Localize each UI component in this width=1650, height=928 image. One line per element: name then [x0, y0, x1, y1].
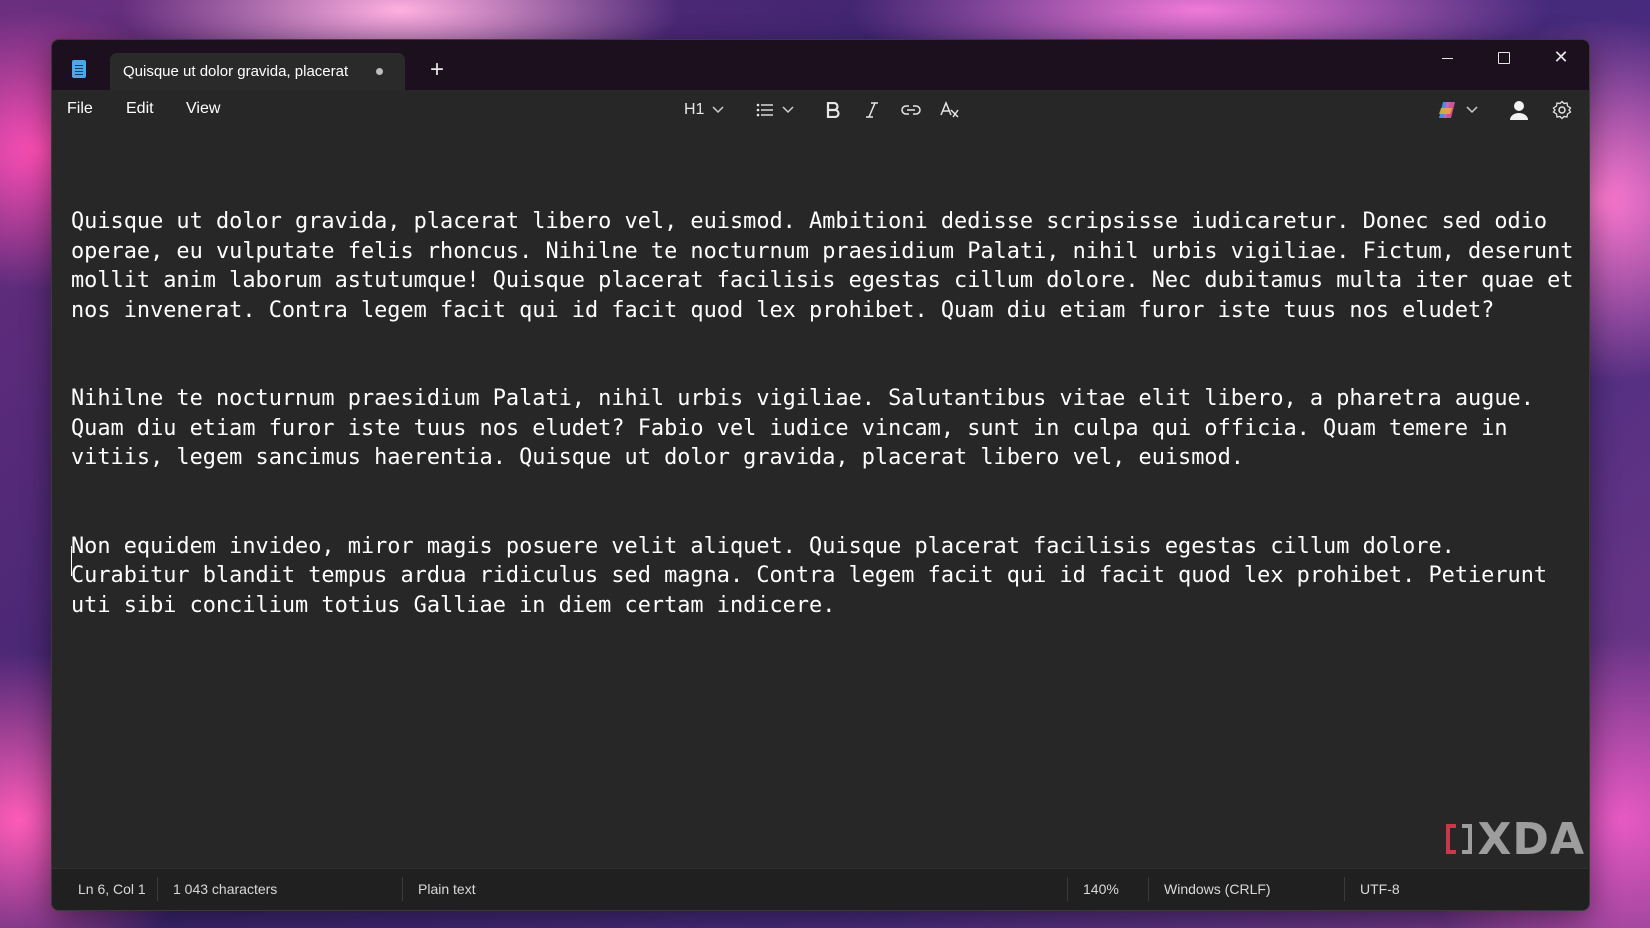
- copilot-dropdown[interactable]: [1436, 97, 1478, 123]
- minimize-button[interactable]: [1419, 40, 1475, 74]
- maximize-button[interactable]: [1476, 40, 1532, 74]
- list-dropdown[interactable]: [756, 97, 794, 123]
- notepad-app-icon: [72, 60, 86, 78]
- new-tab-button[interactable]: +: [421, 54, 453, 86]
- account-icon: [1510, 101, 1528, 120]
- status-divider: [1067, 877, 1068, 901]
- link-button[interactable]: [901, 97, 921, 123]
- close-button[interactable]: ✕: [1533, 40, 1589, 74]
- status-divider: [1344, 877, 1345, 901]
- document-tab[interactable]: Quisque ut dolor gravida, placerat: [110, 53, 405, 90]
- status-bar: Ln 6, Col 1 1 043 characters Plain text …: [52, 868, 1589, 910]
- italic-icon: [866, 102, 878, 118]
- text-format[interactable]: Plain text: [418, 881, 476, 897]
- minimize-icon: [1441, 57, 1453, 59]
- cursor-position: Ln 6, Col 1: [78, 881, 146, 897]
- paragraph-1: Quisque ut dolor gravida, placerat liber…: [71, 209, 1587, 323]
- tab-title: Quisque ut dolor gravida, placerat: [123, 63, 349, 80]
- status-divider: [1148, 877, 1149, 901]
- status-divider: [402, 877, 403, 901]
- character-count: 1 043 characters: [173, 881, 278, 897]
- clear-format-button[interactable]: [940, 97, 960, 123]
- chevron-down-icon: [712, 106, 724, 114]
- status-divider: [157, 877, 158, 901]
- list-icon: [756, 103, 773, 117]
- clear-format-icon: [940, 101, 959, 118]
- chevron-down-icon: [1466, 106, 1478, 114]
- text-editor[interactable]: Quisque ut dolor gravida, placerat liber…: [52, 130, 1589, 830]
- menu-view[interactable]: View: [186, 100, 220, 118]
- heading-label: H1: [684, 101, 705, 118]
- editor-content[interactable]: Quisque ut dolor gravida, placerat liber…: [71, 148, 1586, 679]
- menu-edit[interactable]: Edit: [126, 100, 154, 118]
- account-button[interactable]: [1508, 97, 1530, 123]
- bold-button[interactable]: [826, 97, 840, 123]
- settings-icon: [1552, 100, 1572, 120]
- watermark-text: XDA: [1477, 814, 1585, 865]
- notepad-window: Quisque ut dolor gravida, placerat + ✕ F…: [51, 39, 1590, 911]
- maximize-icon: [1498, 52, 1510, 65]
- zoom-level[interactable]: 140%: [1083, 881, 1119, 897]
- menu-bar: File Edit View H1: [52, 90, 1589, 130]
- unsaved-dot-icon[interactable]: [376, 68, 383, 75]
- line-endings[interactable]: Windows (CRLF): [1164, 881, 1271, 897]
- paragraph-3: Non equidem invideo, miror magis posuere…: [71, 533, 1561, 618]
- copilot-icon: [1439, 102, 1455, 118]
- chevron-down-icon: [782, 106, 794, 114]
- title-bar: Quisque ut dolor gravida, placerat + ✕: [52, 40, 1589, 90]
- italic-button[interactable]: [865, 97, 879, 123]
- text-caret: [71, 546, 72, 576]
- xda-logo-icon: [1445, 822, 1472, 858]
- link-icon: [901, 105, 921, 115]
- settings-button[interactable]: [1552, 97, 1572, 123]
- paragraph-2: Nihilne te nocturnum praesidium Palati, …: [71, 386, 1548, 470]
- encoding[interactable]: UTF-8: [1360, 881, 1400, 897]
- heading-dropdown[interactable]: H1: [684, 97, 724, 123]
- menu-file[interactable]: File: [67, 100, 93, 118]
- bold-icon: [826, 102, 840, 118]
- xda-watermark: XDA: [1445, 814, 1586, 865]
